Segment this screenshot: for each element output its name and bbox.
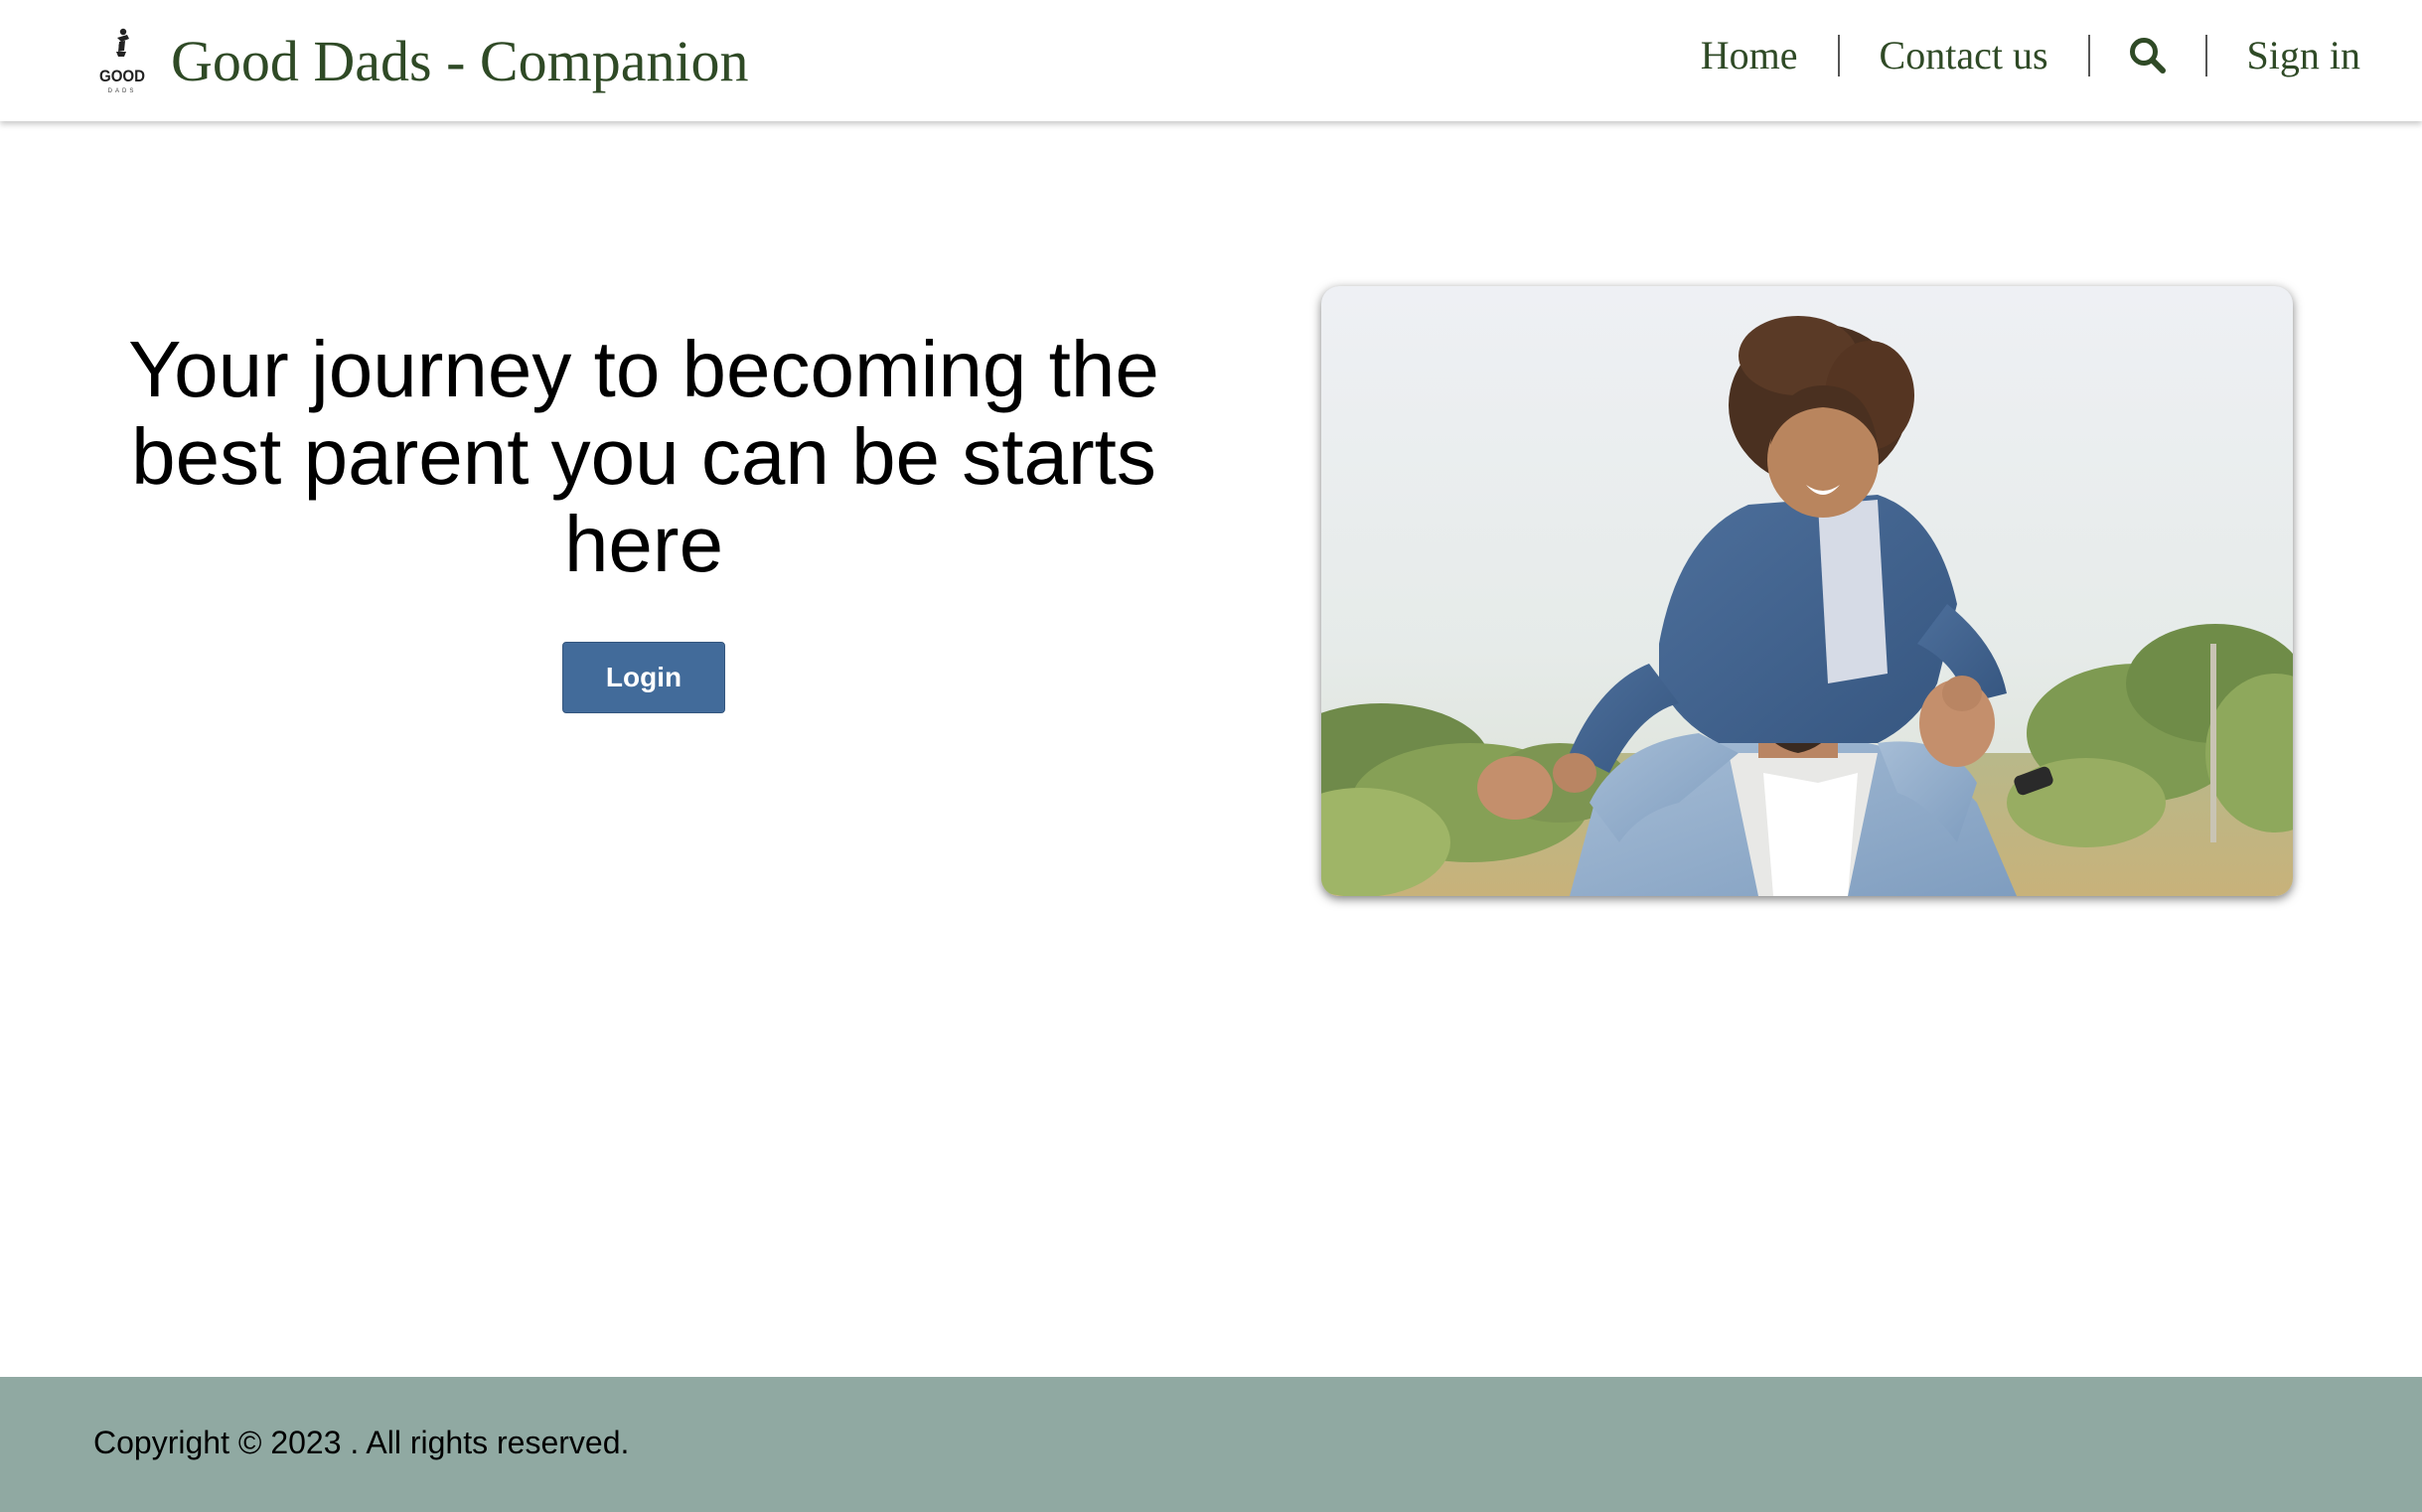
copyright-text: Copyright © 2023 . All rights reserved. [93, 1425, 630, 1460]
hero-heading: Your journey to becoming the best parent… [128, 325, 1159, 588]
site-title: Good Dads - Companion [171, 29, 749, 93]
main-nav: Home Contact us Sign in [1661, 30, 2360, 81]
nav-sign-in-link[interactable]: Sign in [2207, 30, 2360, 81]
site-header: GOOD DADS Good Dads - Companion Home Con… [0, 0, 2422, 121]
search-icon[interactable] [2090, 30, 2205, 81]
hero-photo [1321, 286, 2293, 896]
good-dads-logo-icon: GOOD DADS [91, 26, 153, 97]
hero-section: Your journey to becoming the best parent… [99, 326, 1188, 713]
nav-home-link[interactable]: Home [1661, 30, 1838, 81]
login-button[interactable]: Login [562, 642, 725, 713]
brand-home-link[interactable]: GOOD DADS Good Dads - Companion [91, 26, 749, 97]
site-footer: Copyright © 2023 . All rights reserved. [0, 1377, 2422, 1512]
nav-contact-link[interactable]: Contact us [1840, 30, 2088, 81]
logo-subtext: DADS [108, 88, 137, 94]
logo-text: GOOD [99, 67, 145, 85]
